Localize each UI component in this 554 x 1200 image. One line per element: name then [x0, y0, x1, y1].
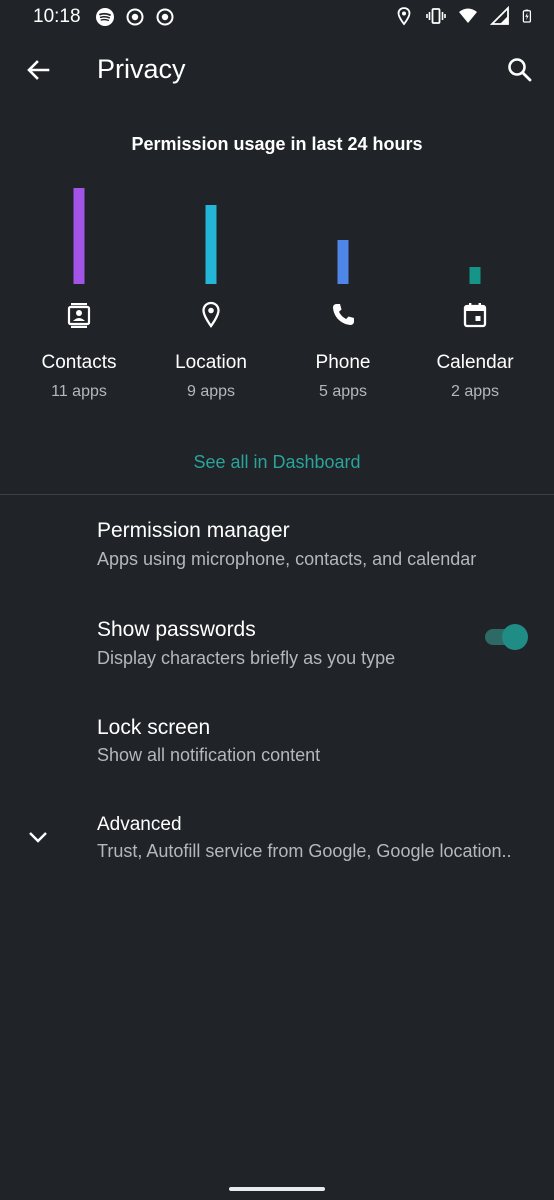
- phone-icon: [333, 304, 354, 325]
- usage-bar-area: [13, 180, 145, 284]
- status-bar: 10:18: [0, 0, 554, 34]
- setting-title: Lock screen: [97, 716, 211, 739]
- vibrate-icon: [426, 8, 446, 24]
- calendar-icon: [463, 303, 487, 328]
- location-pin-icon: [202, 301, 220, 328]
- advanced-item[interactable]: Advanced Trust, Autofill service from Go…: [0, 806, 554, 876]
- permission-label: Phone: [315, 352, 371, 373]
- setting-subtitle: Display characters briefly as you type: [97, 648, 396, 668]
- setting-title: Permission manager: [97, 519, 290, 542]
- permission-count: 11 apps: [51, 383, 107, 400]
- permission-label: Calendar: [436, 352, 514, 373]
- usage-bar-area: [409, 180, 541, 284]
- wifi-icon: [459, 8, 477, 23]
- toggle-thumb: [502, 624, 528, 650]
- permission-manager-item[interactable]: Permission manager Apps using microphone…: [0, 508, 554, 588]
- permission-label: Contacts: [41, 352, 117, 373]
- permission-contacts[interactable]: Contacts 11 apps: [13, 180, 145, 400]
- record-icon: [156, 8, 174, 26]
- permission-count: 2 apps: [450, 383, 500, 400]
- record-icon: [126, 8, 144, 26]
- usage-bar-location: [205, 205, 217, 284]
- lock-screen-item[interactable]: Lock screen Show all notification conten…: [0, 706, 554, 786]
- spotify-icon: [96, 8, 114, 26]
- show-passwords-toggle[interactable]: [485, 624, 529, 650]
- permission-count: 9 apps: [186, 383, 236, 400]
- permission-count: 5 apps: [318, 383, 368, 400]
- permission-phone[interactable]: Phone 5 apps: [277, 180, 409, 400]
- usage-title: Permission usage in last 24 hours: [131, 134, 423, 154]
- usage-bar-calendar: [469, 267, 481, 284]
- permission-location[interactable]: Location 9 apps: [145, 180, 277, 400]
- usage-bar-contacts: [73, 188, 85, 284]
- permission-calendar[interactable]: Calendar 2 apps: [409, 180, 541, 400]
- location-status-icon: [397, 7, 411, 26]
- setting-subtitle: Apps using microphone, contacts, and cal…: [97, 549, 477, 569]
- usage-bar-area: [277, 180, 409, 284]
- divider: [0, 494, 554, 495]
- system-icons: [394, 6, 536, 26]
- setting-title: Advanced: [97, 814, 182, 835]
- app-bar: Privacy: [0, 40, 554, 104]
- gesture-nav-handle[interactable]: [229, 1187, 325, 1191]
- permission-label: Location: [175, 352, 247, 373]
- signal-icon: [490, 6, 509, 25]
- usage-bar-phone: [337, 240, 349, 284]
- battery-charging-icon: [522, 9, 532, 23]
- chevron-down-icon: [29, 832, 47, 843]
- status-time: 10:18: [33, 6, 81, 27]
- notification-icons: [95, 7, 175, 27]
- usage-bar-area: [145, 180, 277, 284]
- show-passwords-item[interactable]: Show passwords Display characters briefl…: [0, 608, 554, 688]
- setting-subtitle: Trust, Autofill service from Google, Goo…: [97, 841, 512, 861]
- page-title: Privacy: [97, 54, 186, 84]
- setting-subtitle: Show all notification content: [97, 745, 321, 765]
- contacts-icon: [67, 303, 91, 328]
- back-arrow-icon[interactable]: [22, 54, 54, 86]
- setting-title: Show passwords: [97, 618, 256, 641]
- search-icon[interactable]: [504, 54, 536, 86]
- see-all-dashboard-link[interactable]: See all in Dashboard: [0, 452, 554, 473]
